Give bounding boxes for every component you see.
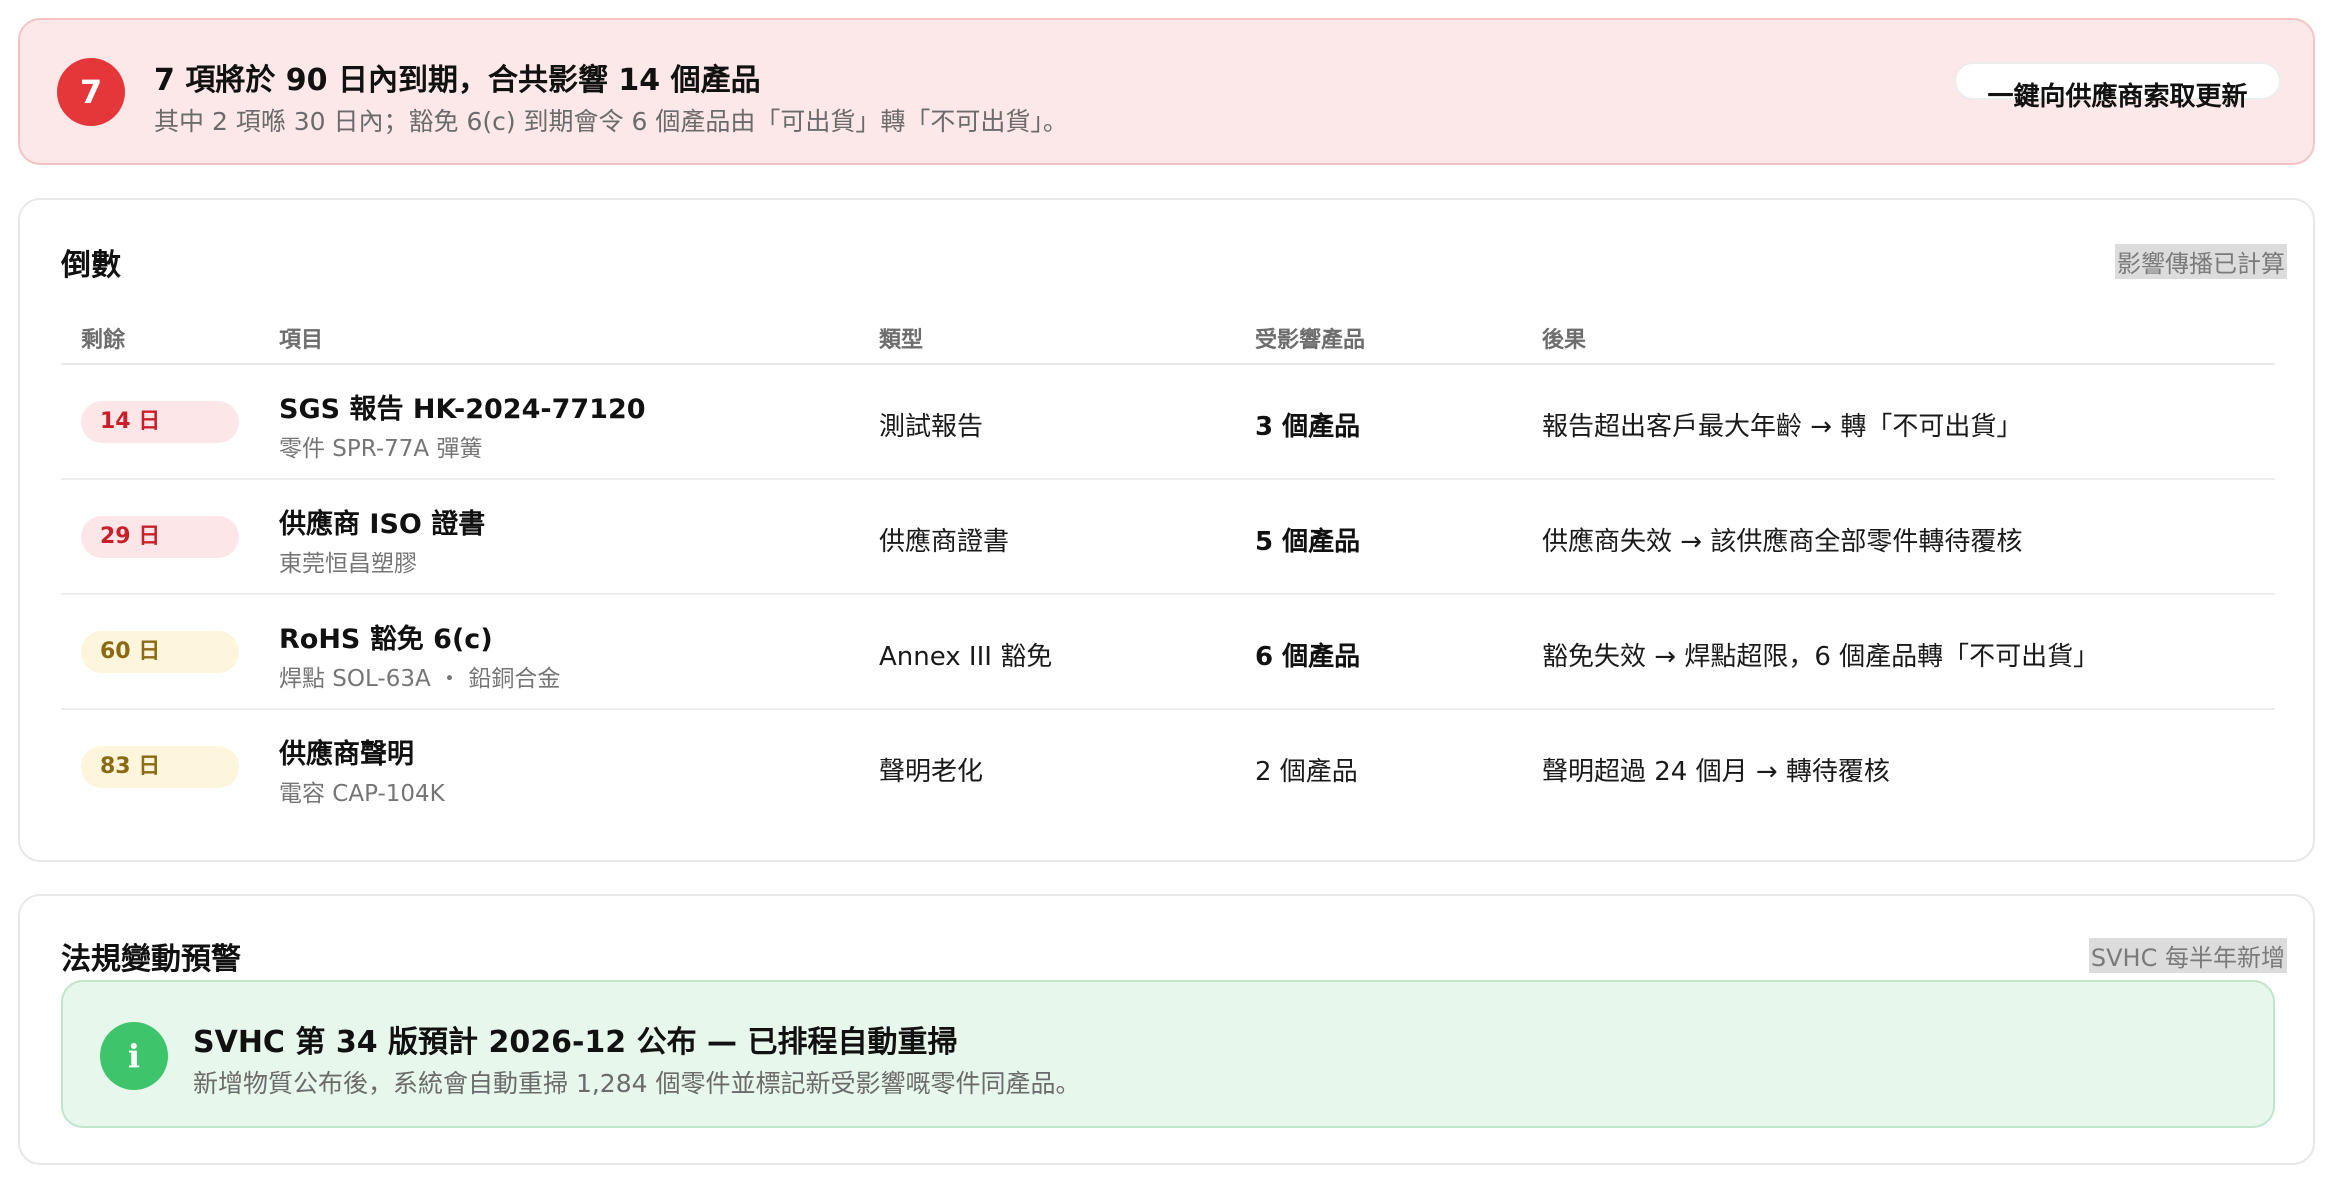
table-row[interactable]: 29 日 供應商 ISO 證書 東莞恒昌塑膠 供應商證書 5 個產品 供應商失效…	[61, 480, 2275, 595]
table-row[interactable]: 14 日 SGS 報告 HK-2024-77120 零件 SPR-77A 彈簧 …	[61, 365, 2275, 480]
item-subtitle: 焊點 SOL-63A ・ 鉛銅合金	[279, 666, 561, 692]
alert-subtitle: 其中 2 項喺 30 日內；豁免 6(c) 到期會令 6 個產品由「可出貨」轉「…	[154, 107, 1068, 136]
remaining-days-pill: 29 日	[81, 516, 239, 558]
consequence: 報告超出客戶最大年齡 → 轉「不可出貨」	[1542, 412, 2023, 442]
regulation-warning-card: 法規變動預警 SVHC 每半年新增 i SVHC 第 34 版預計 2026-1…	[18, 894, 2315, 1165]
affected-products: 6 個產品	[1255, 642, 1361, 672]
table-header: 剩餘 項目 類型 受影響產品 後果	[61, 310, 2275, 365]
request-supplier-update-button[interactable]: 一鍵向供應商索取更新	[1954, 62, 2281, 112]
affected-products: 3 個產品	[1255, 412, 1361, 442]
item-name: SGS 報告 HK-2024-77120	[279, 394, 646, 425]
consequence: 豁免失效 → 焊點超限，6 個產品轉「不可出貨」	[1542, 642, 2100, 672]
item-subtitle: 電容 CAP-104K	[279, 781, 445, 807]
impact-computed-note: 影響傳播已計算	[2115, 244, 2287, 279]
item-name: 供應商聲明	[279, 739, 414, 770]
info-icon: i	[100, 1022, 168, 1090]
column-header-remaining: 剩餘	[81, 328, 126, 353]
item-name: RoHS 豁免 6(c)	[279, 624, 493, 655]
item-type: 聲明老化	[879, 757, 984, 787]
table-row[interactable]: 60 日 RoHS 豁免 6(c) 焊點 SOL-63A ・ 鉛銅合金 Anne…	[61, 595, 2275, 710]
item-type: 供應商證書	[879, 527, 1010, 557]
countdown-card: 倒數 影響傳播已計算 剩餘 項目 類型 受影響產品 後果 14 日 SGS 報告…	[18, 198, 2315, 862]
svhc-info-title: SVHC 第 34 版預計 2026-12 公布 — 已排程自動重掃	[193, 1025, 958, 1060]
item-type: 測試報告	[879, 412, 984, 442]
alert-title: 7 項將於 90 日內到期，合共影響 14 個產品	[154, 63, 761, 98]
compliance-dashboard: 7 7 項將於 90 日內到期，合共影響 14 個產品 其中 2 項喺 30 日…	[0, 0, 2333, 1183]
table-row[interactable]: 83 日 供應商聲明 電容 CAP-104K 聲明老化 2 個產品 聲明超過 2…	[61, 710, 2275, 825]
countdown-title: 倒數	[61, 248, 121, 283]
countdown-table: 剩餘 項目 類型 受影響產品 後果 14 日 SGS 報告 HK-2024-77…	[61, 310, 2275, 825]
request-supplier-update-label: 一鍵向供應商索取更新	[1987, 82, 2248, 112]
remaining-days-pill: 14 日	[81, 401, 239, 443]
remaining-days-pill: 83 日	[81, 746, 239, 788]
svhc-info-box: i SVHC 第 34 版預計 2026-12 公布 — 已排程自動重掃 新增物…	[61, 980, 2275, 1128]
consequence: 供應商失效 → 該供應商全部零件轉待覆核	[1542, 527, 2023, 557]
expiry-alert-banner: 7 7 項將於 90 日內到期，合共影響 14 個產品 其中 2 項喺 30 日…	[18, 18, 2315, 165]
alert-count-badge: 7	[57, 58, 125, 126]
column-header-type: 類型	[879, 328, 924, 353]
item-name: 供應商 ISO 證書	[279, 509, 486, 540]
remaining-days-pill: 60 日	[81, 631, 239, 673]
item-subtitle: 東莞恒昌塑膠	[279, 551, 417, 577]
consequence: 聲明超過 24 個月 → 轉待覆核	[1542, 757, 1890, 787]
column-header-item: 項目	[279, 328, 324, 353]
svhc-frequency-note: SVHC 每半年新增	[2088, 938, 2287, 973]
affected-products: 5 個產品	[1255, 527, 1361, 557]
affected-products: 2 個產品	[1255, 757, 1358, 787]
column-header-products: 受影響產品	[1255, 328, 1366, 353]
regulation-title: 法規變動預警	[61, 942, 241, 977]
column-header-consequence: 後果	[1542, 328, 1587, 353]
item-subtitle: 零件 SPR-77A 彈簧	[279, 436, 483, 462]
svhc-info-text: 新增物質公布後，系統會自動重掃 1,284 個零件並標記新受影響嘅零件同產品。	[193, 1069, 1081, 1098]
item-type: Annex III 豁免	[879, 642, 1053, 672]
